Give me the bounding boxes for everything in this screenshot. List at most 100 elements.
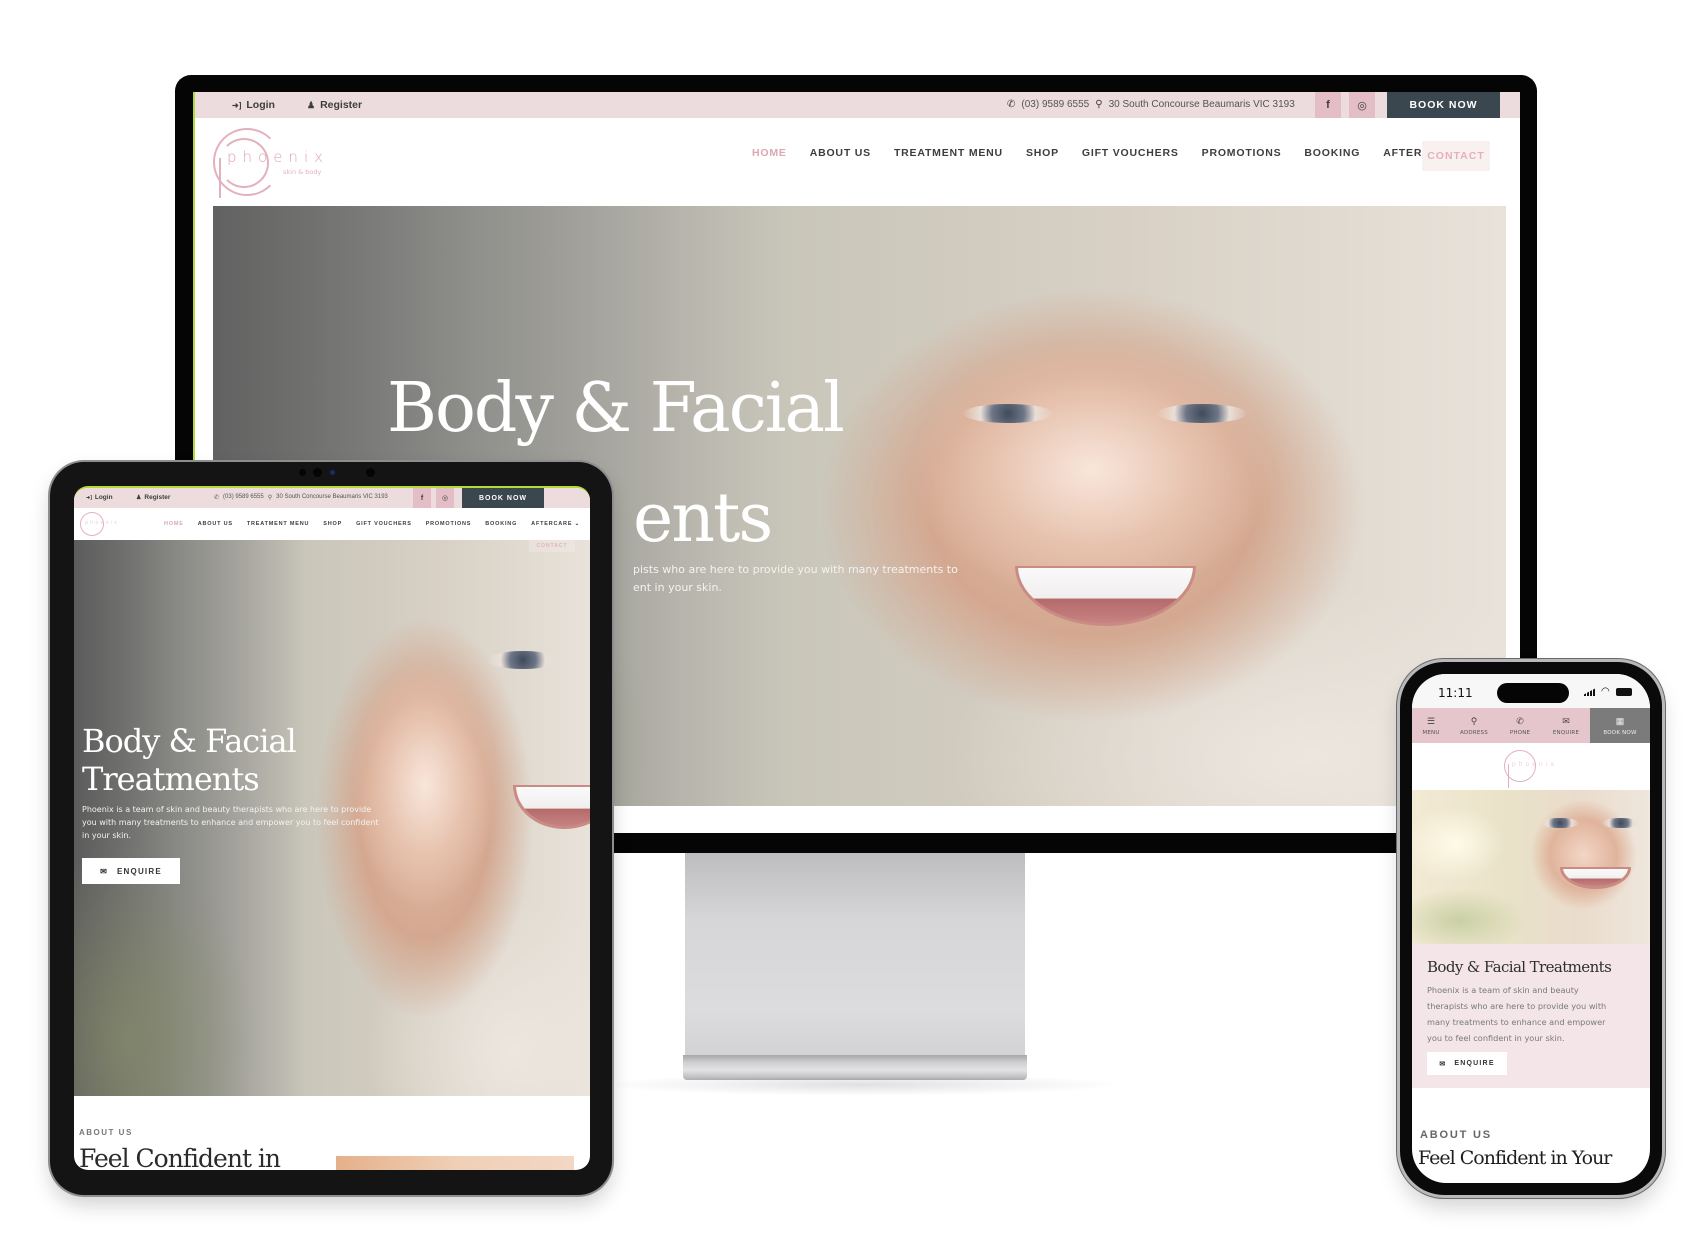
monitor-stand-foot	[683, 1055, 1027, 1080]
phone-icon: ✆	[1007, 99, 1016, 110]
tablet-instagram-button[interactable]: ◎	[436, 488, 454, 508]
status-bar: 11:11 ◠	[1412, 674, 1650, 708]
dynamic-island	[1497, 683, 1569, 703]
book-now-button[interactable]: BOOK NOW	[1387, 92, 1500, 118]
nav-aftercare-label: AFTERCARE	[531, 521, 573, 527]
nav-contact-button[interactable]: CONTACT	[1422, 141, 1490, 171]
phone-number[interactable]: (03) 9589 6555	[223, 494, 264, 501]
tablet-about-image	[336, 1156, 574, 1170]
signal-icon	[1584, 688, 1596, 696]
instagram-icon: ◎	[441, 495, 449, 502]
mobile-nav-menu[interactable]: ☰ MENU	[1412, 708, 1450, 743]
nav-booking[interactable]: BOOKING	[485, 521, 517, 527]
instagram-icon: ◎	[1357, 99, 1367, 112]
monitor-stand	[685, 853, 1025, 1078]
nav-about-us[interactable]: ABOUT US	[198, 521, 233, 527]
main-nav: HOME ABOUT US TREATMENT MENU SHOP GIFT V…	[752, 147, 1467, 159]
hamburger-icon: ☰	[1426, 715, 1436, 726]
hero-title-line1: Body & Facial	[387, 369, 845, 448]
hero-face-smile	[1559, 867, 1631, 889]
nav-treatment-menu[interactable]: TREATMENT MENU	[894, 147, 1003, 159]
nav-shop[interactable]: SHOP	[1026, 147, 1059, 159]
nav-promotions[interactable]: PROMOTIONS	[426, 521, 472, 527]
logo-wordmark: phoenix	[85, 520, 119, 526]
book-now-label: BOOK NOW	[1409, 99, 1478, 111]
nav-treatment-menu[interactable]: TREATMENT MENU	[247, 521, 309, 527]
phone-logo[interactable]: phoenix	[1504, 750, 1564, 790]
tablet-logo[interactable]: phoenix	[80, 512, 120, 542]
hero-face-eye-right	[1602, 817, 1641, 829]
logo-wordmark: phoenix	[1512, 761, 1557, 768]
nav-contact-label: CONTACT	[1427, 150, 1485, 162]
login-icon: ➜]	[86, 494, 92, 501]
tablet-about-label: ABOUT US	[79, 1128, 133, 1137]
tablet-hero-title-line2: Treatments	[82, 760, 260, 798]
hero-face-eye-left	[1540, 817, 1579, 829]
nav-aftercare[interactable]: AFTERCARE ⌄	[531, 521, 580, 527]
tablet-register-link[interactable]: ♟ Register	[136, 494, 170, 501]
nav-gift-vouchers[interactable]: GIFT VOUCHERS	[1082, 147, 1179, 159]
tablet-top-bar: ➜] Login ♟ Register ✆ (03) 9589 6555 ⚲ 3…	[74, 488, 590, 508]
phone-number[interactable]: (03) 9589 6555	[1021, 99, 1089, 110]
logo-wordmark: phoenix	[227, 148, 329, 166]
facebook-icon: f	[420, 494, 424, 502]
tablet-book-now-button[interactable]: BOOK NOW	[462, 488, 544, 508]
tablet-login-link[interactable]: ➜] Login	[86, 494, 113, 501]
logo-stem	[219, 158, 221, 198]
hero-text-line2: ent in your skin.	[633, 581, 722, 594]
mobile-nav-address[interactable]: ⚲ ADDRESS	[1450, 708, 1498, 743]
envelope-icon: ✉	[1562, 715, 1570, 726]
enquire-label: ENQUIRE	[1454, 1060, 1495, 1067]
register-link[interactable]: ♟ Register	[307, 99, 362, 111]
tablet-hero-title-line1: Body & Facial	[82, 722, 297, 760]
location-pin-icon: ⚲	[267, 495, 273, 501]
tablet-camera	[299, 469, 306, 476]
tablet-nav-contact-button[interactable]: CONTACT	[529, 540, 575, 552]
phone-about-label: ABOUT US	[1420, 1129, 1492, 1141]
logo-tagline: skin & body	[283, 168, 322, 176]
phone-screen: 11:11 ◠ ☰ MENU ⚲ ADDRESS ✆ PHONE ✉ ENQUI…	[1412, 674, 1650, 1183]
address-text[interactable]: 30 South Concourse Beaumaris VIC 3193	[276, 494, 388, 501]
contact-info: ✆ (03) 9589 6555 ⚲ 30 South Concourse Be…	[1007, 99, 1295, 110]
tablet-contact-info: ✆ (03) 9589 6555 ⚲ 30 South Concourse Be…	[214, 494, 388, 501]
register-label: Register	[144, 494, 171, 501]
facebook-button[interactable]: f	[1315, 92, 1341, 118]
login-icon: ➜]	[232, 100, 242, 110]
facebook-icon: f	[1326, 99, 1330, 111]
site-logo[interactable]: phoenix skin & body	[213, 128, 353, 198]
nav-shop[interactable]: SHOP	[323, 521, 342, 527]
nav-about-us[interactable]: ABOUT US	[810, 147, 871, 159]
tablet-enquire-button[interactable]: ✉ ENQUIRE	[82, 858, 180, 884]
instagram-button[interactable]: ◎	[1349, 92, 1375, 118]
nav-booking[interactable]: BOOKING	[1304, 147, 1360, 159]
tablet-screen: ➜] Login ♟ Register ✆ (03) 9589 6555 ⚲ 3…	[74, 486, 590, 1170]
envelope-icon: ✉	[1439, 1060, 1447, 1068]
phone-enquire-button[interactable]: ✉ ENQUIRE	[1427, 1052, 1507, 1075]
phone-hero-panel: Body & Facial Treatments Phoenix is a te…	[1412, 944, 1650, 1088]
nav-home[interactable]: HOME	[164, 521, 184, 527]
address-text[interactable]: 30 South Concourse Beaumaris VIC 3193	[1109, 99, 1295, 110]
login-link[interactable]: ➜] Login	[232, 99, 275, 111]
tablet-facebook-button[interactable]: f	[413, 488, 431, 508]
tablet-sensor	[366, 468, 375, 477]
chevron-down-icon: ⌄	[574, 521, 581, 527]
nav-promotions[interactable]: PROMOTIONS	[1202, 147, 1282, 159]
nav-home[interactable]: HOME	[752, 147, 787, 159]
mobile-nav-book-now[interactable]: ▦ BOOK NOW	[1590, 708, 1650, 743]
mobile-nav: ☰ MENU ⚲ ADDRESS ✆ PHONE ✉ ENQUIRE ▦ BOO…	[1412, 708, 1650, 743]
phone-hero-text: Phoenix is a team of skin and beauty the…	[1427, 985, 1607, 1043]
mobile-nav-enquire[interactable]: ✉ ENQUIRE	[1542, 708, 1590, 743]
hero-title-line2-fragment: ents	[633, 479, 773, 558]
mobile-nav-phone[interactable]: ✆ PHONE	[1498, 708, 1542, 743]
nav-gift-vouchers[interactable]: GIFT VOUCHERS	[356, 521, 412, 527]
monitor-shadow	[600, 1078, 1120, 1100]
phone-hero-image	[1412, 790, 1650, 944]
location-pin-icon: ⚲	[1095, 99, 1103, 110]
user-icon: ♟	[136, 495, 142, 501]
login-label: Login	[246, 99, 275, 111]
tablet-hero-image: CONTACT Body & Facial Treatments Phoenix…	[74, 540, 590, 1096]
nav-contact-label: CONTACT	[536, 543, 568, 549]
envelope-icon: ✉	[100, 866, 109, 876]
tablet-hero-text: Phoenix is a team of skin and beauty the…	[82, 805, 379, 840]
register-label: Register	[320, 99, 363, 111]
